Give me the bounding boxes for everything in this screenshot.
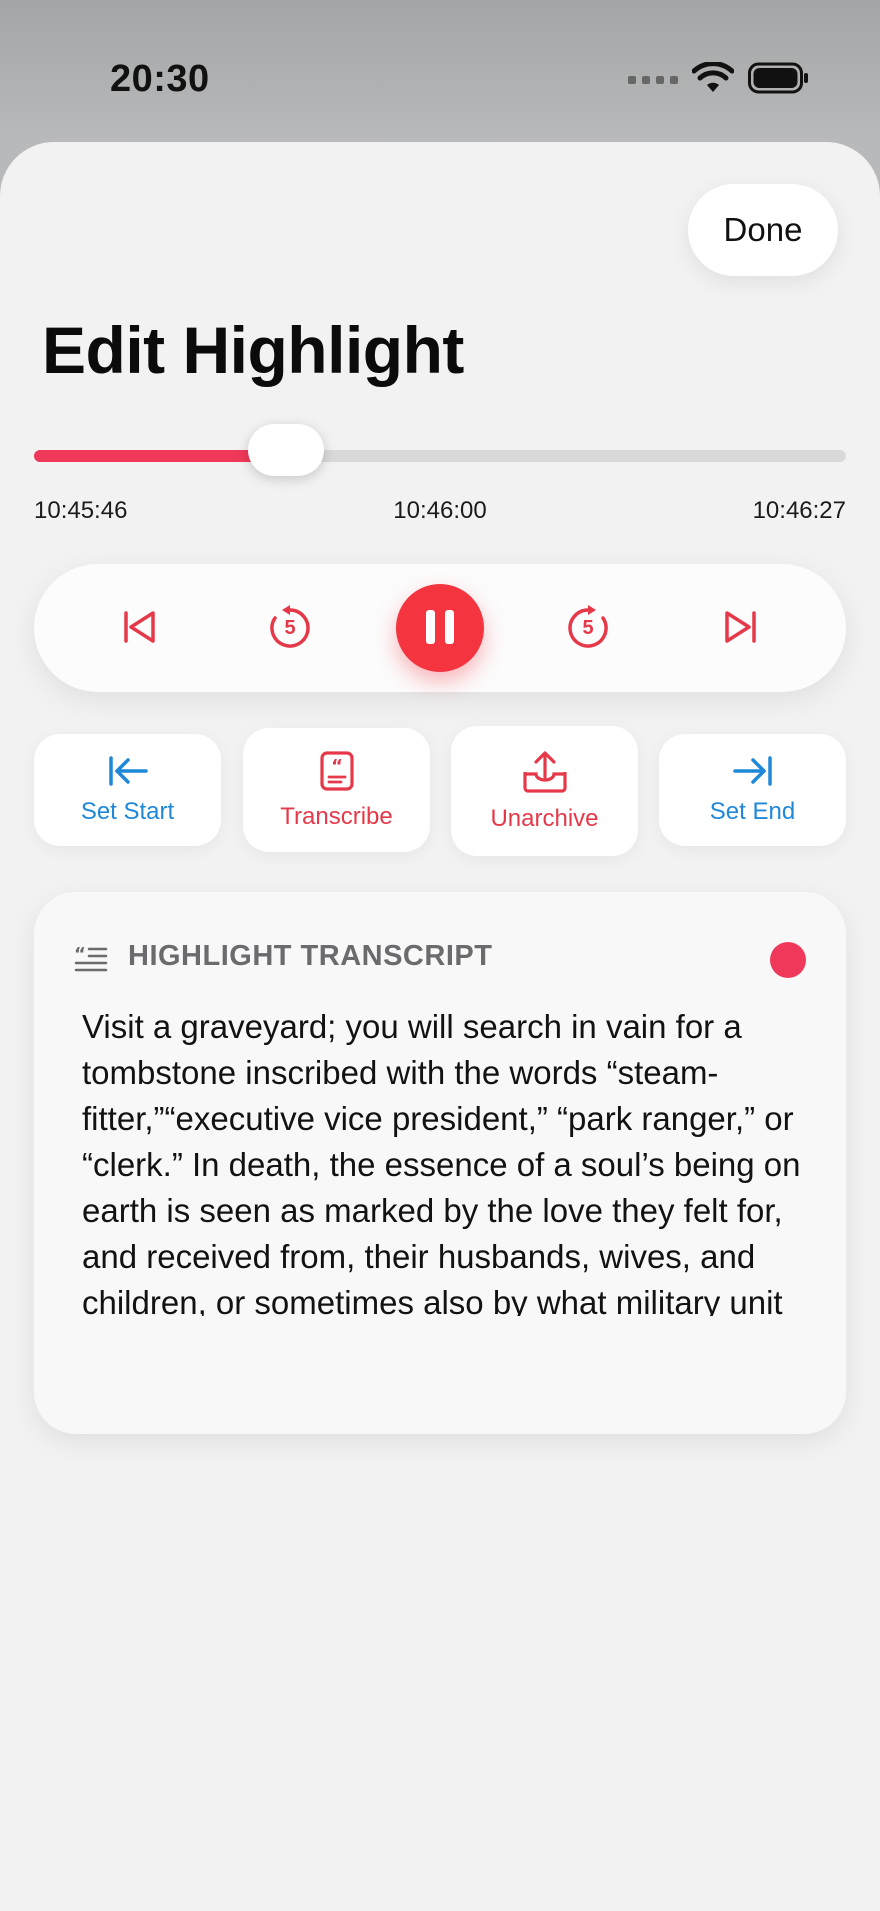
unarchive-label: Unarchive — [490, 804, 599, 832]
app-screen: 20:30 Done Edit Highlight 10:45:46 10:46… — [0, 0, 880, 1911]
scrubber-thumb[interactable] — [247, 424, 324, 476]
forward-5-button[interactable]: 5 — [538, 564, 638, 692]
wifi-icon — [691, 60, 735, 99]
quote-document-icon: “ — [319, 750, 355, 795]
done-button[interactable]: Done — [688, 184, 838, 276]
transcript-scroll-area[interactable]: Visit a graveyard; you will search in va… — [82, 1004, 802, 1316]
pause-icon — [423, 607, 457, 650]
forward-seconds-label: 5 — [582, 617, 594, 639]
rewind-5-button[interactable]: 5 — [240, 564, 340, 692]
status-time: 20:30 — [110, 58, 210, 100]
battery-icon — [748, 62, 810, 99]
set-start-label: Set Start — [80, 797, 175, 825]
set-end-button[interactable]: Set End — [659, 734, 846, 846]
rewind-5-icon: 5 — [266, 604, 314, 652]
unarchive-button[interactable]: Unarchive — [451, 726, 638, 856]
arrow-to-start-icon — [107, 755, 149, 790]
skip-to-end-icon — [720, 607, 760, 650]
skip-to-start-button[interactable] — [90, 564, 190, 692]
skip-to-start-icon — [120, 607, 160, 650]
skip-to-end-button[interactable] — [690, 564, 790, 692]
current-time-label: 10:46:00 — [393, 497, 487, 524]
transcript-text: Visit a graveyard; you will search in va… — [82, 1008, 801, 1316]
transport-controls: 5 5 — [34, 564, 846, 692]
transcribe-label: Transcribe — [280, 802, 393, 830]
transcribe-button[interactable]: “ Transcribe — [243, 728, 430, 852]
forward-5-icon: 5 — [564, 604, 612, 652]
playback-scrubber[interactable] — [34, 424, 846, 476]
tray-upload-icon — [521, 750, 569, 797]
signal-dots-icon — [628, 76, 678, 84]
arrow-to-end-icon — [732, 755, 774, 790]
page-title: Edit Highlight — [42, 313, 464, 387]
set-start-button[interactable]: Set Start — [34, 734, 221, 846]
pause-button[interactable] — [396, 584, 484, 672]
set-end-label: Set End — [709, 797, 796, 825]
rewind-seconds-label: 5 — [284, 617, 296, 639]
end-time-label: 10:46:27 — [752, 497, 846, 524]
edit-highlight-sheet: Done Edit Highlight 10:45:46 10:46:00 10… — [0, 142, 880, 1911]
status-icons — [628, 60, 810, 99]
record-indicator[interactable] — [770, 942, 806, 978]
transcript-card-title: HIGHLIGHT TRANSCRIPT — [128, 940, 493, 972]
quote-list-icon: “ — [74, 944, 108, 979]
svg-text:“: “ — [331, 756, 343, 777]
highlight-transcript-card: “ HIGHLIGHT TRANSCRIPT Visit a graveyard… — [34, 892, 846, 1434]
